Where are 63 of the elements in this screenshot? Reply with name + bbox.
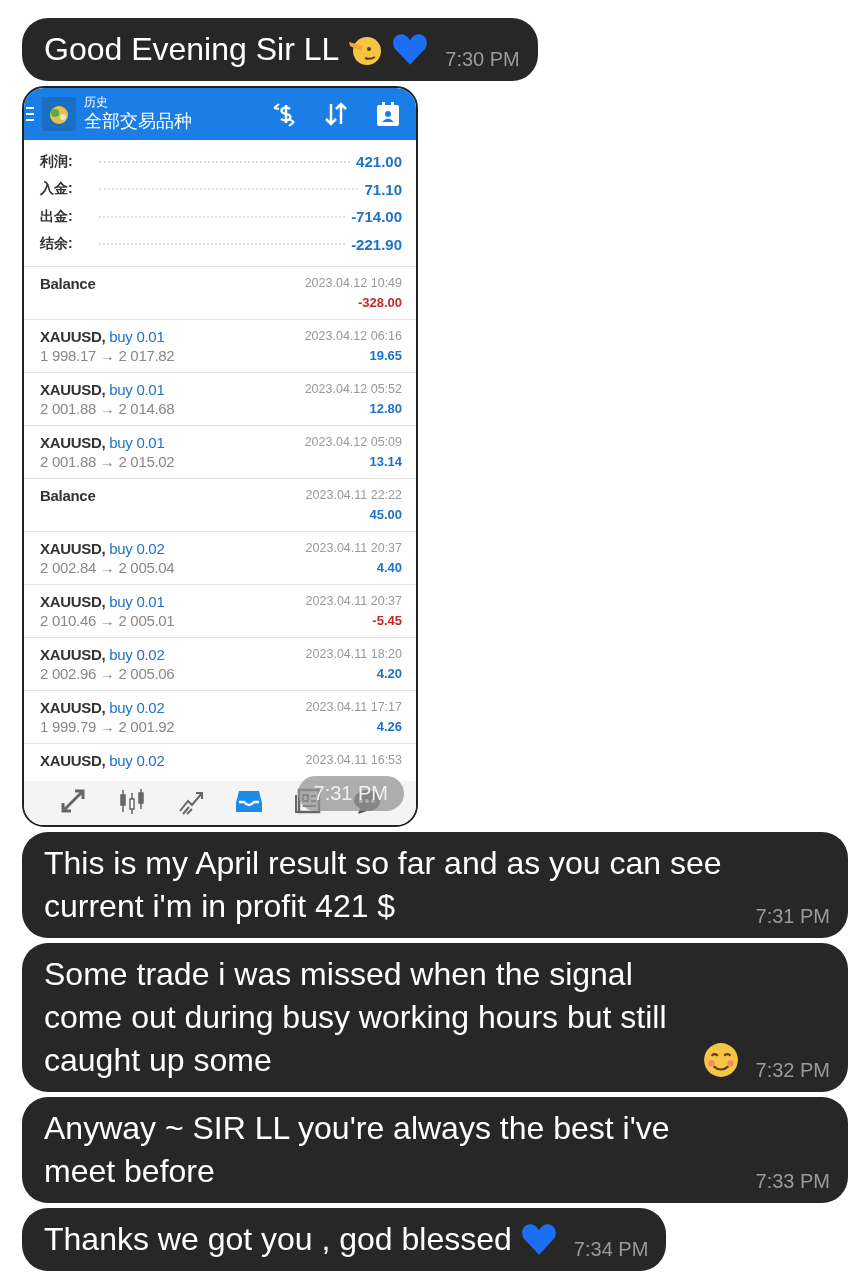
trade-time: 2023.04.12 10:49 <box>304 275 402 292</box>
trade-symbol: XAUUSD, buy 0.02 <box>40 698 166 717</box>
trade-time: 2023.04.12 05:52 <box>304 381 402 398</box>
message-text: Thanks we got you , god blessed <box>44 1220 512 1259</box>
candlestick-icon[interactable] <box>118 787 146 815</box>
message-time: 7:34 PM <box>573 1237 649 1261</box>
row-title: Balance <box>40 274 96 293</box>
summary-label: 入金: <box>40 180 73 199</box>
trade-time: 2023.04.11 16:53 <box>305 752 402 769</box>
summary-label: 结余: <box>40 235 73 254</box>
trade-profit: 4.40 <box>376 559 402 577</box>
header-subtitle: 历史 <box>84 95 109 109</box>
trade-symbol: XAUUSD, buy 0.02 <box>40 539 166 558</box>
message-time: 7:30 PM <box>445 47 520 71</box>
trade-prices: 2 002.96 → 2 005.06 <box>40 664 175 683</box>
trade-symbol: XAUUSD, buy 0.01 <box>40 592 166 611</box>
menu-icon[interactable] <box>26 106 34 122</box>
message-text: Good Evening Sir LL <box>44 30 340 69</box>
message-text: Anyway ~ SIR LL you're always the best i've meet before <box>44 1109 671 1191</box>
message-time: 7:32 PM <box>755 1058 830 1082</box>
message-time: 7:31 PM <box>755 904 830 928</box>
trade-prices: 2 002.84 → 2 005.04 <box>40 558 175 577</box>
message-text: Some trade i was missed when the signal come out during busy working hours but still caught up some <box>44 955 668 1080</box>
trade-time: 2023.04.11 20:37 <box>305 540 402 557</box>
trade-profit: 13.14 <box>369 453 402 471</box>
app-logo-icon <box>42 97 76 131</box>
trade-time: 2023.04.11 17:17 <box>305 699 402 716</box>
trade-time: 2023.04.11 18:20 <box>305 646 402 663</box>
trade-symbol: XAUUSD, buy 0.01 <box>40 433 166 452</box>
calendar-icon[interactable] <box>374 100 402 128</box>
quotes-icon[interactable] <box>59 787 88 815</box>
trade-profit: 45.00 <box>369 506 402 524</box>
trade-time: 2023.04.11 22:22 <box>305 487 402 504</box>
trade-time: 2023.04.11 20:37 <box>305 593 402 610</box>
trade-time: 2023.04.12 06:16 <box>304 328 402 345</box>
header-title[interactable]: 全部交易品种 <box>84 109 246 133</box>
summary-label: 利润: <box>40 152 73 171</box>
trade-prices: 1 999.79 → 2 001.92 <box>40 717 175 736</box>
trade-profit: 4.20 <box>376 665 402 683</box>
summary-value: -221.90 <box>351 235 402 253</box>
smiling-face-icon <box>701 1041 740 1079</box>
trade-profit: -328.00 <box>357 294 402 312</box>
row-title: Balance <box>40 486 96 505</box>
timestamp-toast: 7:31 PM <box>297 776 404 811</box>
trade-symbol: XAUUSD, buy 0.01 <box>40 380 166 399</box>
summary-value: 421.00 <box>356 153 402 171</box>
summary-value: -714.00 <box>351 208 402 226</box>
summary-value: 71.10 <box>364 180 402 198</box>
trade-symbol: XAUUSD, buy 0.02 <box>40 751 165 770</box>
trade-prices: 2 001.88 → 2 015.02 <box>40 452 175 471</box>
trade-profit: 12.80 <box>369 400 402 418</box>
trade-time: 2023.04.12 05:09 <box>304 434 402 451</box>
message-time: 7:33 PM <box>755 1169 830 1193</box>
trade-symbol: XAUUSD, buy 0.01 <box>40 327 166 346</box>
message-text: This is my April result so far and as you can see current i'm in profit 421 $ <box>44 844 723 926</box>
trade-prices: 1 998.17 → 2 017.82 <box>40 346 175 365</box>
trade-profit: -5.45 <box>372 612 402 630</box>
summary-label: 出金: <box>40 207 73 226</box>
trade-profit: 19.65 <box>369 347 402 365</box>
trade-prices: 2 001.88 → 2 014.68 <box>40 399 175 418</box>
trade-profit: 4.26 <box>376 718 402 736</box>
trade-symbol: XAUUSD, buy 0.02 <box>40 645 166 664</box>
trade-prices: 2 010.46 → 2 005.01 <box>40 611 175 630</box>
